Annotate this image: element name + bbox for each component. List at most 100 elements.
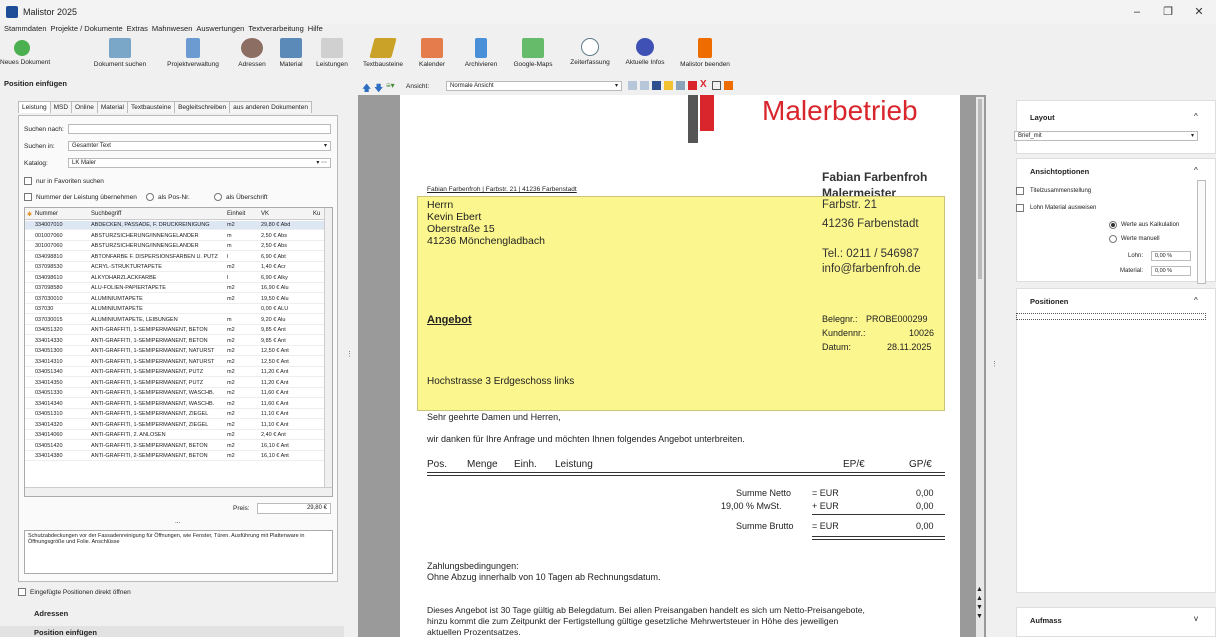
news-button[interactable]: Aktuelle Infos xyxy=(620,36,670,74)
view-select[interactable]: Normale Ansicht ▾ xyxy=(446,81,622,91)
table-row[interactable]: 034051420 ANTI-GRAFFITI, 2-SEMIPERMANENT,… xyxy=(25,442,325,451)
table-vscrollbar[interactable] xyxy=(324,208,332,488)
radio-calculation[interactable] xyxy=(1109,221,1117,229)
wage-material-checkbox[interactable] xyxy=(1016,204,1024,212)
radio-pos-nr[interactable] xyxy=(146,193,154,201)
minimize-button[interactable]: – xyxy=(1124,4,1150,20)
view-options-scrollbar[interactable] xyxy=(1197,180,1206,284)
collapse-view-options-icon[interactable]: ^ xyxy=(1194,166,1198,175)
page-icon[interactable] xyxy=(628,81,637,90)
column-einheit[interactable]: Einheit xyxy=(227,211,245,217)
title-summary-checkbox[interactable] xyxy=(1016,187,1024,195)
table-row[interactable]: 334014060 ANTI-GRAFFITI, 2. ANLÖSEN m2 2,40… xyxy=(25,431,325,441)
tab-online[interactable]: Online xyxy=(71,101,98,113)
new-document-button[interactable]: Neues Dokument xyxy=(0,36,50,74)
material-input[interactable]: 0,00 % xyxy=(1151,266,1191,276)
table-row[interactable]: 334014330 ANTI-GRAFFITI, 1-SEMIPERMANENT,… xyxy=(25,337,325,346)
tab-material[interactable]: Material xyxy=(96,101,128,113)
table-row[interactable]: 037030015 ALUMINIUMTAPETE, LEIBUNGEN m 9,20… xyxy=(25,316,325,325)
open-direct-checkbox[interactable] xyxy=(18,588,26,596)
addresses-button[interactable]: Adressen xyxy=(232,36,272,74)
table-row[interactable]: 037098580 ALU-FOLIEN-PAPIERTAPETE m2 16,90 … xyxy=(25,284,325,294)
table-row[interactable]: 334014340 ANTI-GRAFFITI, 1-SEMIPERMANENT,… xyxy=(25,400,325,409)
table-row[interactable]: 034098810 ABTÖNFARBE F. DISPERSIONSFARBEN… xyxy=(25,253,325,262)
print-icon[interactable] xyxy=(652,81,661,90)
table-row[interactable]: 334014350 ANTI-GRAFFITI, 1-SEMIPERMANENT,… xyxy=(25,379,325,388)
nav-insert-position[interactable]: Position einfügen xyxy=(34,628,97,637)
collapse-layout-icon[interactable]: ^ xyxy=(1194,112,1198,121)
catalog-select[interactable]: LK Maler ▾ ⋯ xyxy=(68,158,331,168)
maximize-button[interactable]: ❐ xyxy=(1155,4,1181,20)
menu-mahnwesen[interactable]: Mahnwesen xyxy=(152,24,192,33)
nav-addresses[interactable]: Adressen xyxy=(34,609,68,618)
tab-begleitschreiben[interactable]: Begleitschreiben xyxy=(174,101,231,113)
calendar-button[interactable]: Kalender xyxy=(414,36,450,74)
table-row[interactable]: 037098530 ACRYL-STRUKTURTAPETE m2 1,40 € Ac… xyxy=(25,263,325,273)
google-maps-button[interactable]: Google-Maps xyxy=(508,36,558,74)
description-box[interactable]: Schutzabdeckungen vor der Fassadenreinig… xyxy=(24,530,333,574)
scroll-thumb[interactable] xyxy=(978,99,982,279)
collapse-positions-icon[interactable]: ^ xyxy=(1194,296,1198,305)
menu-hilfe[interactable]: Hilfe xyxy=(308,24,323,33)
table-row[interactable]: 034051330 ANTI-GRAFFITI, 1-SEMIPERMANENT,… xyxy=(25,389,325,399)
close-button[interactable]: ✕ xyxy=(1186,4,1212,20)
table-row[interactable]: 034051300 ANTI-GRAFFITI, 1-SEMIPERMANENT,… xyxy=(25,347,325,357)
table-row[interactable]: 034051320 ANTI-GRAFFITI, 1-SEMIPERMANENT,… xyxy=(25,326,325,336)
column-ku[interactable]: Ku xyxy=(313,211,320,217)
table-row[interactable]: 334014380 ANTI-GRAFFITI, 2-SEMIPERMANENT,… xyxy=(25,452,325,462)
material-button[interactable]: Material xyxy=(274,36,308,74)
table-row[interactable]: 334007010 ABDECKEN, PASSADE, F. DRUCKREIN… xyxy=(25,221,325,231)
tab-textbausteine[interactable]: Textbausteine xyxy=(126,101,176,113)
table-row[interactable]: 037030010 ALUMINIUMTAPETE m2 19,50 € Alu xyxy=(25,295,325,304)
table-row[interactable]: 001007060 ABSTURZSICHERUNG/INNENGELÄNDER m… xyxy=(25,232,325,241)
positions-tree-root[interactable] xyxy=(1016,313,1206,320)
layout-icon[interactable] xyxy=(640,81,649,90)
search-input[interactable] xyxy=(68,124,331,134)
tab-leistung[interactable]: Leistung xyxy=(18,101,51,113)
copy-icon[interactable] xyxy=(712,81,721,90)
page-nav-icons[interactable]: ▲ ▲ ▼ ▼ xyxy=(976,585,983,621)
services-button[interactable]: Leistungen xyxy=(310,36,354,74)
table-hscrollbar[interactable] xyxy=(25,487,332,496)
table-row[interactable]: 034098610 ALKYDHARZLACKFARBE l 6,90 € Alky xyxy=(25,274,325,283)
radio-manual[interactable] xyxy=(1109,235,1117,243)
time-tracking-button[interactable]: Zeiterfassung xyxy=(565,36,615,74)
exit-doc-icon[interactable] xyxy=(724,81,733,90)
tab-msd[interactable]: MSD xyxy=(49,101,73,113)
project-management-button[interactable]: Projektverwaltung xyxy=(160,36,226,74)
expand-ellipsis[interactable]: ... xyxy=(175,518,180,525)
tab-andere-dokumente[interactable]: aus anderen Dokumenten xyxy=(229,101,312,113)
table-row[interactable]: 037030 ALUMINIUMTAPETE 0,00 € ALU xyxy=(25,305,325,315)
delete-icon[interactable]: X xyxy=(700,79,707,90)
text-blocks-button[interactable]: Textbausteine xyxy=(360,36,406,74)
favorites-checkbox[interactable] xyxy=(24,177,32,185)
menu-projekte[interactable]: Projekte / Dokumente xyxy=(51,24,123,33)
table-row[interactable]: 334014320 ANTI-GRAFFITI, 1-SEMIPERMANENT,… xyxy=(25,421,325,430)
layout-select[interactable]: Brief_mit ▾ xyxy=(1014,131,1198,141)
menu-textverarbeitung[interactable]: Textverarbeitung xyxy=(248,24,303,33)
menu-stammdaten[interactable]: Stammdaten xyxy=(4,24,47,33)
number-checkbox[interactable] xyxy=(24,193,32,201)
search-document-button[interactable]: Dokument suchen xyxy=(88,36,152,74)
search-in-select[interactable]: Gesamter Text ▾ xyxy=(68,141,331,151)
lohn-input[interactable]: 0,00 % xyxy=(1151,251,1191,261)
splitter-handle-right[interactable]: ⋮ xyxy=(991,360,998,368)
table-row[interactable]: 034051310 ANTI-GRAFFITI, 1-SEMIPERMANENT,… xyxy=(25,410,325,420)
radio-title[interactable] xyxy=(214,193,222,201)
column-vk[interactable]: VK xyxy=(261,211,269,217)
table-row[interactable]: 334014310 ANTI-GRAFFITI, 1-SEMIPERMANENT,… xyxy=(25,358,325,367)
exit-button[interactable]: Malistor beenden xyxy=(676,36,734,74)
email-icon[interactable] xyxy=(664,81,673,90)
archive-button[interactable]: Archivieren xyxy=(458,36,504,74)
table-row[interactable]: 301007060 ABSTURZSICHERUNG/INNENGELÄNDER m… xyxy=(25,242,325,252)
insert-row-icon[interactable]: ≡▾ xyxy=(386,81,395,90)
column-suchbegriff[interactable]: Suchbegriff xyxy=(91,211,121,217)
menu-extras[interactable]: Extras xyxy=(127,24,148,33)
pdf-icon[interactable] xyxy=(688,81,697,90)
column-nummer[interactable]: Nummer xyxy=(35,211,58,217)
table-row[interactable]: 034051340 ANTI-GRAFFITI, 1-SEMIPERMANENT,… xyxy=(25,368,325,378)
splitter-handle[interactable]: ⋮ xyxy=(346,350,353,358)
printer-icon[interactable] xyxy=(676,81,685,90)
menu-auswertungen[interactable]: Auswertungen xyxy=(196,24,244,33)
price-field[interactable]: 29,80 € xyxy=(257,503,331,514)
